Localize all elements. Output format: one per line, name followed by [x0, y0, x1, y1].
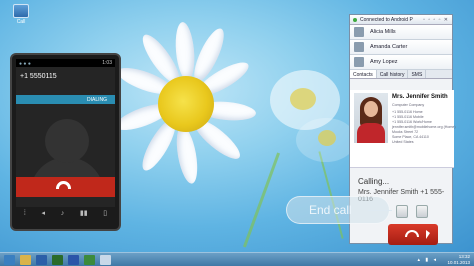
- contact-detail-line[interactable]: +1 555-0116 Mobile: [392, 115, 424, 119]
- hang-up-icon: [405, 230, 419, 237]
- mute-icon[interactable]: ♪: [61, 210, 65, 217]
- speaker-button[interactable]: [416, 205, 428, 218]
- dialed-number: +1 5550115: [20, 73, 57, 80]
- connection-status-icon: [353, 18, 357, 22]
- callout-text: End call: [309, 203, 352, 217]
- contact-detail-line: Some Place, CA 44110: [392, 135, 429, 139]
- contact-detail-line[interactable]: +1 555-0116 Home: [392, 110, 423, 114]
- daisy-petal: [173, 124, 201, 186]
- add-call-icon[interactable]: ▯: [103, 209, 107, 217]
- taskbar: ▴ ▮ ◂ 13:32 10.01.2013: [0, 252, 474, 266]
- call-state-bar: DIALING: [16, 95, 115, 104]
- favorite-name: Amanda Carter: [370, 44, 408, 50]
- desktop-shortcut-call[interactable]: Call: [8, 4, 34, 25]
- favorite-contact[interactable]: Amy Lopez: [350, 55, 452, 70]
- taskbar-clock[interactable]: 13:32 10.01.2013: [447, 254, 470, 265]
- contact-detail-line[interactable]: jennifer.smith@mobilehome.org (Home): [392, 125, 456, 129]
- contact-detail-line: United States: [392, 140, 414, 144]
- contact-card: Mrs. Jennifer Smith Computer Company +1 …: [350, 90, 456, 168]
- contact-detail-line: Mooks Street 72: [392, 130, 419, 134]
- contact-company: Computer Company: [392, 103, 425, 107]
- daisy-center: [158, 76, 214, 132]
- flower-stem: [318, 151, 344, 239]
- tab-call-history[interactable]: Call history: [377, 70, 409, 78]
- phone-status-time: 1:03: [102, 60, 112, 66]
- phone-end-call-button[interactable]: [16, 177, 115, 197]
- phone-mirror-window: ● ● ● 1:03 +1 5550115 DIALING ⁞ ◂ ♪ ▮▮ ▯: [10, 53, 121, 231]
- callout-pointer-line: [368, 210, 392, 211]
- phone-status-bar: ● ● ● 1:03: [16, 59, 115, 67]
- favorite-contact[interactable]: Alicia Mills: [350, 25, 452, 40]
- flower-stem: [242, 152, 281, 248]
- panel-tabs: Contacts Call history SMS: [350, 70, 452, 79]
- end-call-button[interactable]: [388, 224, 438, 245]
- tab-contacts[interactable]: Contacts: [350, 70, 377, 78]
- phone-app-icon[interactable]: [100, 255, 111, 265]
- contact-avatar: [354, 57, 364, 67]
- call-app-icon: [13, 4, 29, 18]
- calling-label: Calling...: [358, 177, 390, 186]
- contact-photo-face: [364, 101, 378, 117]
- system-tray[interactable]: ▴ ▮ ◂: [417, 257, 438, 263]
- contact-detail-line[interactable]: +1 555-0116 Work/Home: [392, 120, 432, 124]
- tab-sms[interactable]: SMS: [408, 70, 427, 78]
- speaker-icon[interactable]: ◂: [41, 209, 45, 217]
- background-flower-center: [290, 88, 316, 110]
- call-state-label: DIALING: [86, 97, 107, 103]
- excel-icon[interactable]: [84, 255, 95, 265]
- outlook-icon[interactable]: [36, 255, 47, 265]
- favorite-name: Amy Lopez: [370, 59, 398, 65]
- contact-photo-shirt: [357, 123, 385, 143]
- desktop-shortcut-label: Call: [16, 19, 26, 25]
- panel-title: Connected to Android P: [360, 17, 413, 23]
- caller-avatar-head: [45, 119, 89, 163]
- word-icon[interactable]: [68, 255, 79, 265]
- window-controls[interactable]: ▫ ▫ ▫ ▫ ✕: [423, 17, 449, 23]
- phone-call-controls: ⁞ ◂ ♪ ▮▮ ▯: [16, 205, 115, 221]
- hang-up-icon: [56, 181, 71, 189]
- contact-name: Mrs. Jennifer Smith: [392, 94, 448, 100]
- contact-photo: [354, 93, 388, 143]
- background-flower-center: [318, 130, 336, 146]
- excel-icon[interactable]: [52, 255, 63, 265]
- ie-icon[interactable]: [4, 255, 15, 265]
- favorite-contact[interactable]: Amanda Carter: [350, 40, 452, 55]
- contact-avatar: [354, 27, 364, 37]
- hold-icon[interactable]: ▮▮: [80, 209, 88, 217]
- microphone-button[interactable]: [396, 205, 408, 218]
- folder-icon[interactable]: [20, 255, 31, 265]
- favorite-name: Alicia Mills: [370, 29, 396, 35]
- panel-title-bar: Connected to Android P ▫ ▫ ▫ ▫ ✕: [350, 15, 452, 25]
- dialpad-icon[interactable]: ⁞: [24, 210, 26, 217]
- clock-date: 10.01.2013: [447, 259, 470, 265]
- contact-avatar: [354, 42, 364, 52]
- mouse-cursor: [426, 230, 430, 239]
